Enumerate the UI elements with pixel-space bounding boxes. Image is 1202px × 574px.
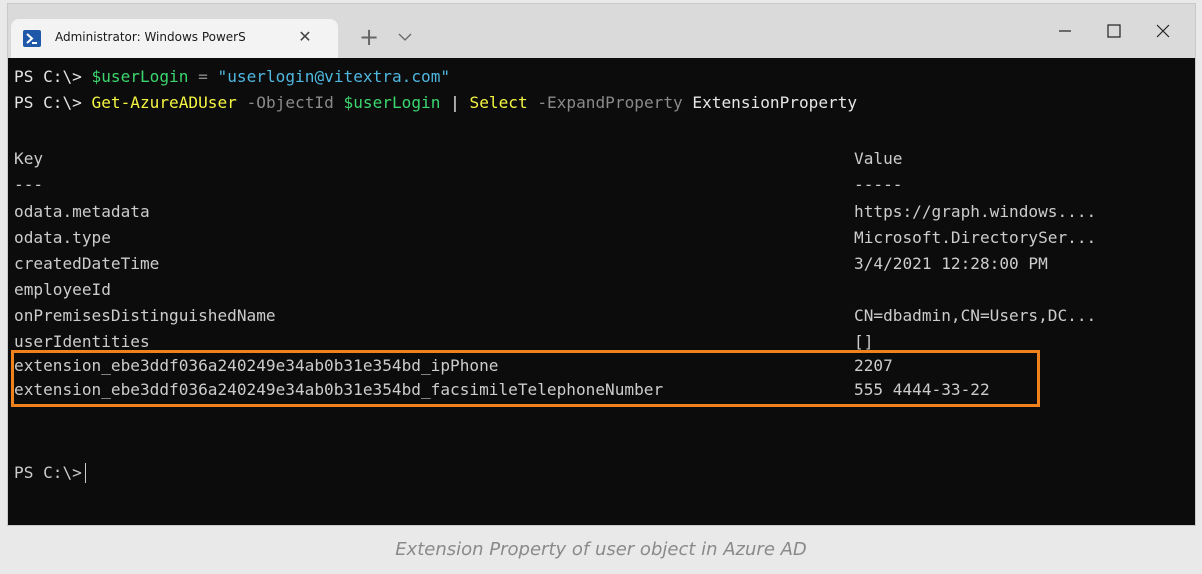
title-bar: Administrator: Windows PowerS ✕ + [8,4,1195,58]
pipe-operator: | [450,93,460,112]
row-value: [] [854,332,874,351]
parameter: -ObjectId [246,93,334,112]
variable: $userLogin [91,67,189,86]
chevron-down-icon[interactable] [391,22,419,52]
new-tab-button[interactable]: + [355,22,383,52]
key-header: Key [14,149,44,168]
variable: $userLogin [343,93,441,112]
value-header: Value [854,149,903,168]
highlight-box [11,350,1040,407]
row-value: https://graph.windows.... [854,202,1097,221]
row-value: CN=dbadmin,CN=Users,DC... [854,306,1097,325]
operator: = [198,67,208,86]
row-key: odata.metadata [14,202,150,221]
key-header-underline: --- [14,175,44,194]
row-value: 3/4/2021 12:28:00 PM [854,254,1048,273]
prompt: PS C:\> [14,67,82,86]
maximize-button[interactable] [1091,14,1135,48]
close-button[interactable] [1140,14,1184,48]
prompt: PS C:\> [14,463,82,482]
row-key: createdDateTime [14,254,160,273]
text-cursor [84,463,86,483]
argument: ExtensionProperty [692,93,858,112]
minimize-button[interactable] [1042,14,1086,48]
prompt: PS C:\> [14,93,82,112]
parameter: -ExpandProperty [537,93,683,112]
powershell-icon [23,30,41,47]
tab-close-icon[interactable]: ✕ [294,26,316,48]
tab-title: Administrator: Windows PowerS [55,30,246,44]
command-prompt[interactable]: PS C:\> [14,463,86,483]
command-line-2: PS C:\> Get-AzureADUser -ObjectId $userL… [14,93,857,113]
cmdlet: Select [469,93,528,112]
terminal-output[interactable]: PS C:\> $userLogin = "userlogin@vitextra… [8,58,1195,525]
row-value: Microsoft.DirectorySer... [854,228,1097,247]
row-key: onPremisesDistinguishedName [14,306,276,325]
row-key: odata.type [14,228,111,247]
row-key: userIdentities [14,332,150,351]
cmdlet: Get-AzureADUser [91,93,237,112]
string-literal: "userlogin@vitextra.com" [217,67,451,86]
command-line-1: PS C:\> $userLogin = "userlogin@vitextra… [14,67,450,87]
tab-powershell[interactable]: Administrator: Windows PowerS ✕ [11,19,338,58]
image-caption: Extension Property of user object in Azu… [395,539,807,560]
terminal-window: Administrator: Windows PowerS ✕ + PS C:\… [7,3,1196,526]
value-header-underline: ----- [854,175,903,194]
row-key: employeeId [14,280,111,299]
